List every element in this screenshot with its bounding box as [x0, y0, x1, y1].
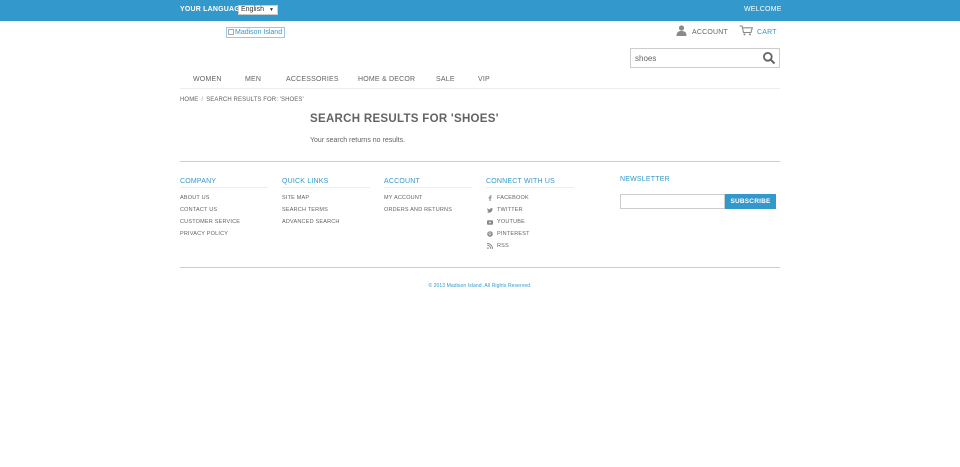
language-select[interactable]: English ▼ [238, 5, 278, 15]
footer-link-facebook[interactable]: FACEBOOK [486, 195, 574, 207]
account-link[interactable]: ACCOUNT [676, 23, 729, 41]
footer-link-orders-and-returns[interactable]: ORDERS AND RETURNS [384, 207, 472, 219]
newsletter-title: NEWSLETTER [620, 176, 670, 183]
pinterest-icon [486, 231, 493, 237]
subscribe-button[interactable]: SUBSCRIBE [725, 194, 776, 209]
footer-link-privacy-policy[interactable]: PRIVACY POLICY [180, 231, 268, 243]
footer-link-search-terms[interactable]: SEARCH TERMS [282, 207, 370, 219]
footer-bottom-divider [180, 267, 780, 268]
search-input[interactable] [631, 49, 759, 67]
newsletter-section: NEWSLETTER [620, 176, 780, 209]
breadcrumb-separator: / [201, 97, 204, 103]
footer-connect-column: CONNECT WITH US FACEBOOK TWITTER YOUTUBE… [486, 178, 574, 255]
footer-link-customer-service[interactable]: CUSTOMER SERVICE [180, 219, 268, 231]
breadcrumb: HOME / SEARCH RESULTS FOR: 'SHOES' [180, 97, 304, 103]
footer-link-youtube[interactable]: YOUTUBE [486, 219, 574, 231]
footer-connect-title: CONNECT WITH US [486, 178, 574, 188]
footer-link-advanced-search[interactable]: ADVANCED SEARCH [282, 219, 370, 231]
footer-account-column: ACCOUNT MY ACCOUNT ORDERS AND RETURNS [384, 178, 472, 219]
page-title: SEARCH RESULTS FOR 'SHOES' [310, 113, 499, 125]
breadcrumb-current: SEARCH RESULTS FOR: 'SHOES' [206, 97, 304, 103]
welcome-message: WELCOME [744, 6, 782, 13]
broken-image-icon [228, 29, 234, 35]
newsletter-email-field[interactable] [620, 194, 725, 209]
search-box [630, 48, 780, 68]
top-bar: YOUR LANGUAGE: English ▼ WELCOME [0, 0, 960, 21]
rss-icon [486, 243, 493, 249]
youtube-icon [486, 219, 493, 225]
chevron-down-icon: ▼ [269, 7, 274, 13]
twitter-icon [486, 207, 493, 213]
cart-label: CART [757, 28, 777, 36]
footer-account-title: ACCOUNT [384, 178, 472, 188]
main-navigation: WOMEN MEN ACCESSORIES HOME & DECOR SALE … [180, 76, 780, 89]
nav-item-home-decor[interactable]: HOME & DECOR [358, 76, 415, 83]
pinterest-label: PINTEREST [497, 231, 530, 237]
facebook-icon [486, 195, 493, 201]
twitter-label: TWITTER [497, 207, 523, 213]
footer-link-rss[interactable]: RSS [486, 243, 574, 255]
nav-item-accessories[interactable]: ACCESSORIES [286, 76, 339, 83]
logo-alt-text: Madison Island [235, 29, 283, 36]
footer-company-column: COMPANY ABOUT US CONTACT US CUSTOMER SER… [180, 178, 268, 243]
youtube-label: YOUTUBE [497, 219, 525, 225]
nav-item-sale[interactable]: SALE [436, 76, 455, 83]
nav-item-women[interactable]: WOMEN [193, 76, 222, 83]
facebook-label: FACEBOOK [497, 195, 529, 201]
footer-link-about-us[interactable]: ABOUT US [180, 195, 268, 207]
search-icon[interactable] [762, 51, 776, 65]
nav-item-vip[interactable]: VIP [478, 76, 490, 83]
footer-top-divider [180, 161, 780, 162]
account-label: ACCOUNT [692, 28, 729, 36]
site-logo[interactable]: Madison Island [226, 27, 285, 38]
footer-link-contact-us[interactable]: CONTACT US [180, 207, 268, 219]
footer-link-twitter[interactable]: TWITTER [486, 207, 574, 219]
cart-icon [739, 23, 754, 41]
nav-item-men[interactable]: MEN [245, 76, 261, 83]
footer-quick-links-title: QUICK LINKS [282, 178, 370, 188]
footer-link-site-map[interactable]: SITE MAP [282, 195, 370, 207]
language-selected-value: English [241, 6, 264, 13]
copyright-text: © 2013 Madison Island. All Rights Reserv… [428, 283, 532, 289]
cart-link[interactable]: CART [739, 23, 777, 41]
footer-company-title: COMPANY [180, 178, 268, 188]
footer-link-pinterest[interactable]: PINTEREST [486, 231, 574, 243]
user-icon [676, 23, 687, 41]
footer-quick-links-column: QUICK LINKS SITE MAP SEARCH TERMS ADVANC… [282, 178, 370, 231]
no-results-message: Your search returns no results. [310, 137, 406, 144]
footer-link-my-account[interactable]: MY ACCOUNT [384, 195, 472, 207]
rss-label: RSS [497, 243, 509, 249]
breadcrumb-home-link[interactable]: HOME [180, 97, 198, 103]
